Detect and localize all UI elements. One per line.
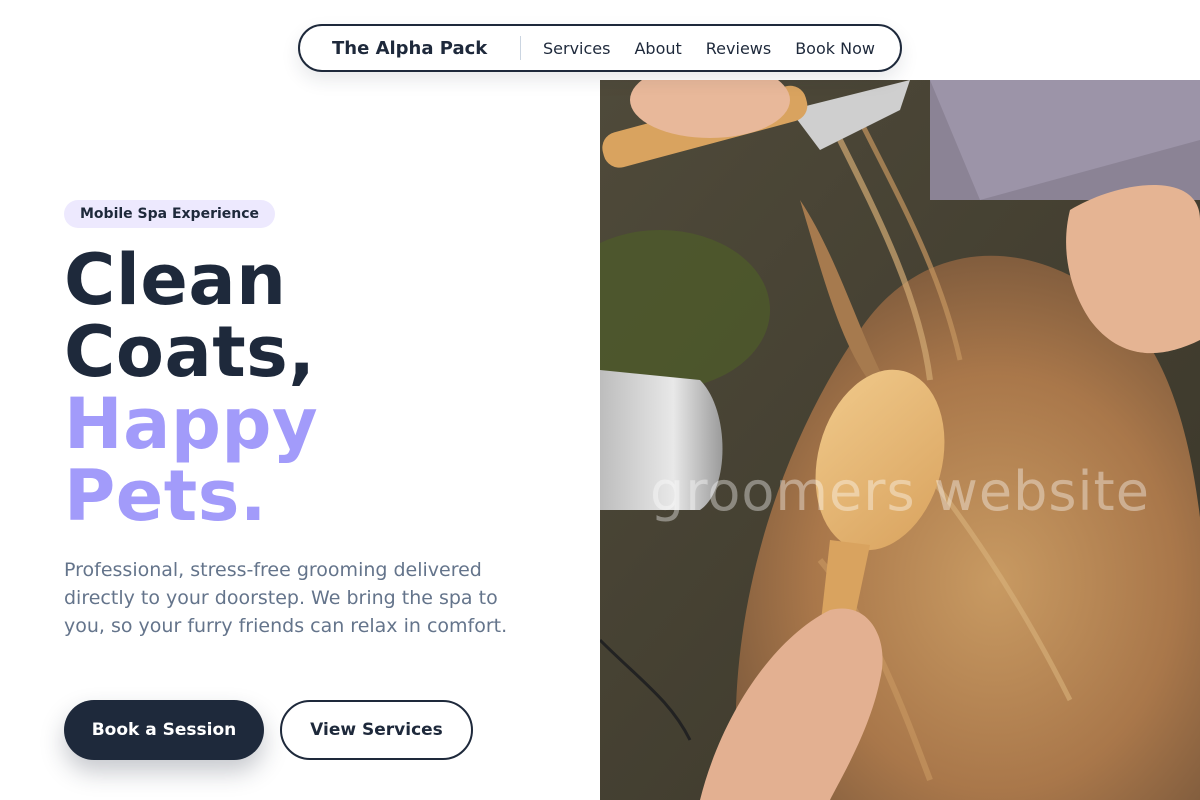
nav-divider xyxy=(520,36,521,60)
top-nav: The Alpha Pack Services About Reviews Bo… xyxy=(298,24,902,72)
headline-line-1: Clean xyxy=(64,239,287,321)
headline-line-2: Coats, xyxy=(64,311,316,393)
nav-link-about[interactable]: About xyxy=(634,39,681,58)
brand-logo[interactable]: The Alpha Pack xyxy=(332,38,520,59)
image-watermark: groomers website xyxy=(650,460,1150,523)
headline-line-4: Pets. xyxy=(64,455,267,537)
hero-badge: Mobile Spa Experience xyxy=(64,200,276,228)
hero-description: Professional, stress-free grooming deliv… xyxy=(64,559,508,637)
dog-grooming-photo xyxy=(600,80,1200,800)
headline-line-3: Happy xyxy=(64,383,319,465)
nav-link-services[interactable]: Services xyxy=(543,39,610,58)
view-services-button[interactable]: View Services xyxy=(280,700,473,760)
book-session-button[interactable]: Book a Session xyxy=(64,700,264,760)
nav-link-book-now[interactable]: Book Now xyxy=(795,39,875,58)
landing-page: The Alpha Pack Services About Reviews Bo… xyxy=(0,0,1200,800)
hero-headline: Clean Coats, Happy Pets. xyxy=(64,244,318,532)
hero-image: groomers website xyxy=(600,80,1200,800)
nav-link-reviews[interactable]: Reviews xyxy=(706,39,771,58)
